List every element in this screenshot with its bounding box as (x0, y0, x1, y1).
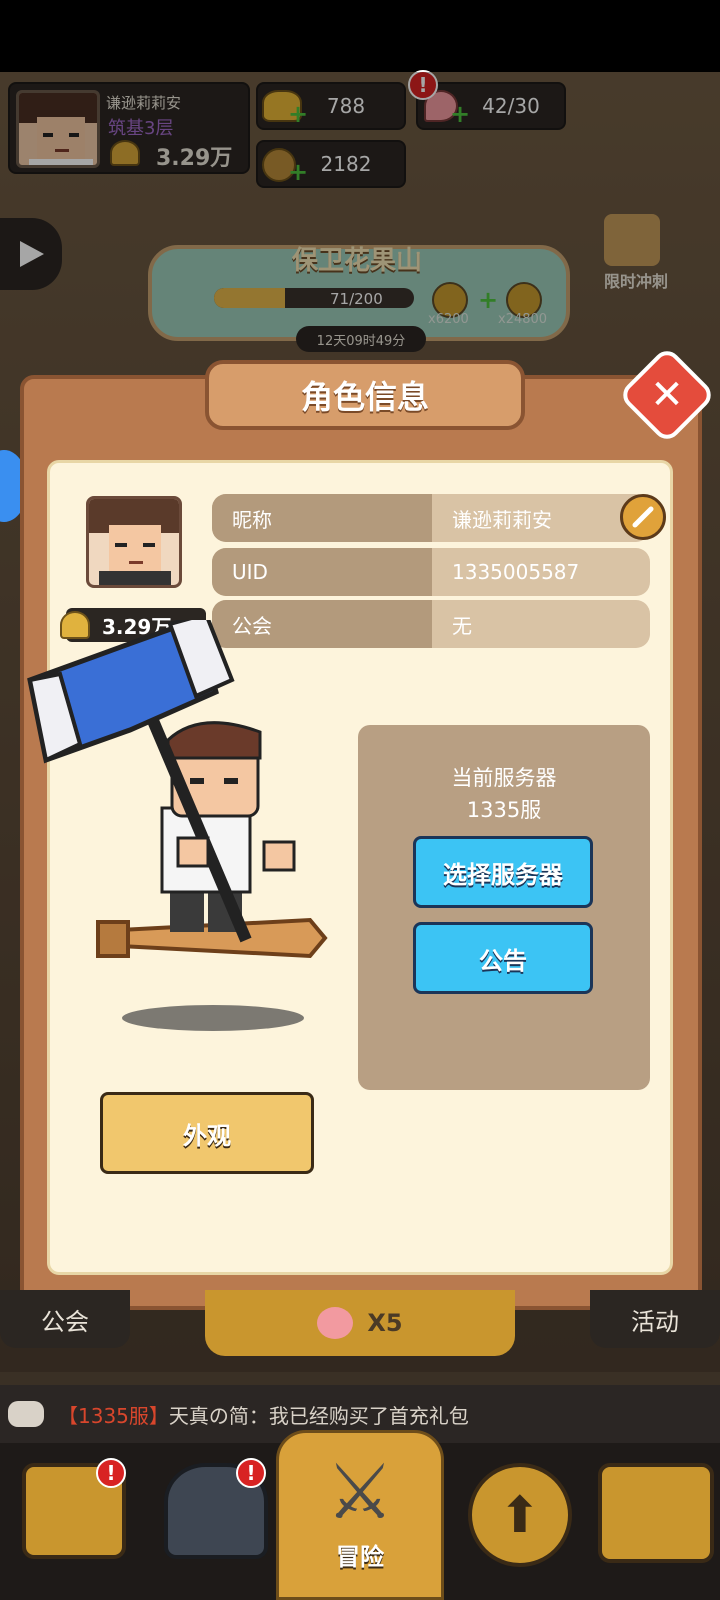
nav-upgrade[interactable]: ⬆ (450, 1445, 590, 1575)
uid-label: UID (212, 548, 432, 596)
current-server-label: 当前服务器 (451, 766, 557, 790)
character-face-icon (89, 499, 179, 585)
guild-value: 无 (452, 613, 472, 638)
modal-title: 角色信息 (205, 360, 525, 430)
crossed-swords-icon: ⚔ (325, 1447, 395, 1536)
guild-tab[interactable]: 公会 (0, 1290, 130, 1348)
character-avatar (86, 496, 182, 588)
nickname-value: 谦逊莉莉安 (452, 507, 552, 532)
appearance-button[interactable]: 外观 (100, 1092, 314, 1174)
nav-locked-chest[interactable] (586, 1445, 720, 1575)
activity-tab[interactable]: 活动 (590, 1290, 720, 1348)
status-bar (0, 0, 720, 72)
character-shadow (122, 1005, 304, 1031)
close-icon[interactable]: ✕ (632, 360, 702, 430)
chest-alert-badge: ! (96, 1458, 126, 1488)
locked-chest-icon (598, 1463, 714, 1563)
nav-adventure[interactable]: ⚔ 冒险 (276, 1430, 444, 1600)
chat-message: 天真の简：我已经购买了首充礼包 (168, 1403, 469, 1428)
announcement-button[interactable]: 公告 (413, 922, 593, 994)
current-server-value: 1335服 (466, 798, 542, 822)
upgrade-arrow-icon: ⬆ (468, 1463, 572, 1567)
adventure-label: 冒险 (336, 1543, 384, 1571)
activity-tab-label: 活动 (631, 1307, 679, 1336)
character-sprite (27, 620, 328, 959)
center-multiplier: X5 (367, 1309, 403, 1337)
uid-row: UID 1335005587 (212, 548, 650, 596)
equipment-alert-badge: ! (236, 1458, 266, 1488)
select-server-button[interactable]: 选择服务器 (413, 836, 593, 908)
edit-name-button[interactable] (620, 494, 666, 540)
nickname-row: 昵称 谦逊莉莉安 (212, 494, 650, 542)
nav-equipment[interactable] (146, 1445, 286, 1575)
brush-icon (632, 506, 654, 528)
chat-server-tag: 【1335服】 (58, 1403, 169, 1428)
uid-value: 1335005587 (452, 560, 580, 584)
chat-icon (8, 1401, 44, 1427)
nickname-label: 昵称 (212, 494, 432, 542)
guild-tab-label: 公会 (41, 1307, 89, 1336)
peach-icon (317, 1307, 354, 1339)
center-reward-button[interactable]: X5 (205, 1290, 515, 1356)
